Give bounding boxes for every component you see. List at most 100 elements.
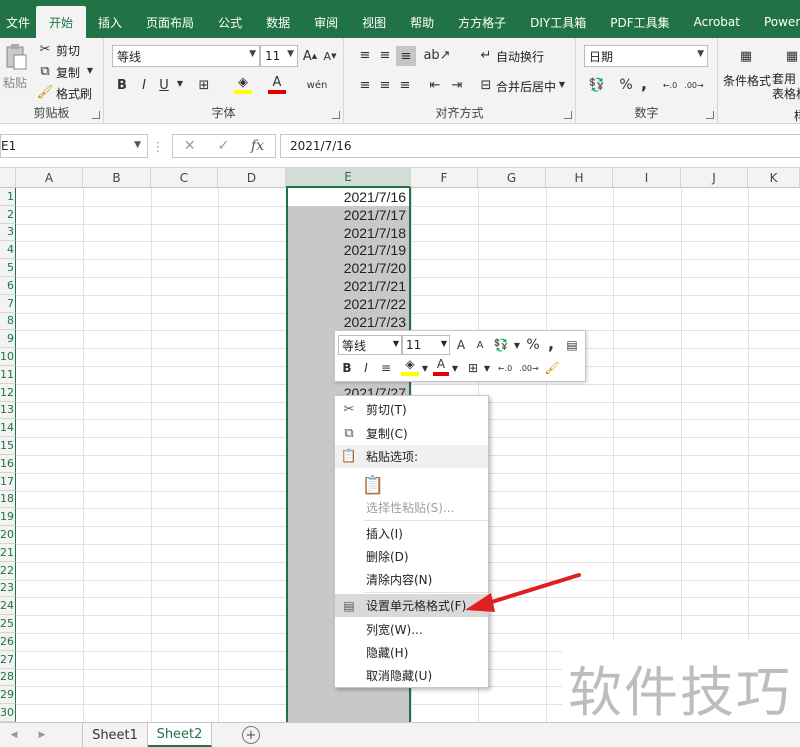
tab-view[interactable]: 视图 [350, 6, 398, 38]
mini-format-painter-icon[interactable]: 🖌 [543, 358, 561, 378]
tab-home[interactable]: 开始 [36, 6, 87, 38]
tab-fangfang[interactable]: 方方格子 [446, 6, 518, 38]
row-header[interactable]: 7 [0, 294, 16, 313]
cell-value[interactable]: 2021/7/21 [288, 277, 408, 295]
row-header[interactable]: 26 [0, 633, 16, 651]
align-left-icon[interactable]: ≡ [356, 76, 374, 94]
row-header[interactable]: 27 [0, 650, 16, 669]
row-header[interactable]: 5 [0, 259, 16, 277]
mini-currency-icon[interactable]: 💱 [491, 335, 511, 355]
tab-file[interactable]: 文件 [0, 6, 36, 38]
grow-font-icon[interactable]: A ▲ [302, 47, 318, 65]
align-center-icon[interactable]: ≡ [376, 76, 394, 94]
orientation-icon[interactable]: ab↗ [423, 46, 450, 64]
sheet-tab-2[interactable]: Sheet2 [148, 723, 212, 747]
row-header[interactable]: 29 [0, 686, 16, 705]
paste-icon[interactable] [4, 42, 28, 72]
tab-insert[interactable]: 插入 [86, 6, 134, 38]
menu-item-cut[interactable]: ✂ 剪切(T) [335, 398, 488, 421]
row-header[interactable]: 21 [0, 544, 16, 562]
mini-borders-icon[interactable]: ⊞ [465, 358, 481, 378]
tab-diy[interactable]: DIY工具箱 [518, 6, 598, 38]
row-header[interactable]: 24 [0, 597, 16, 616]
row-header[interactable]: 14 [0, 419, 16, 438]
cut-button[interactable]: 剪切 [56, 42, 80, 59]
table-format-icon[interactable]: ▦ [784, 42, 800, 70]
menu-item-copy[interactable]: ⧉ 复制(C) [335, 422, 488, 445]
mini-increase-decimal-icon[interactable]: ←.0 [495, 358, 515, 378]
row-header[interactable]: 6 [0, 277, 16, 295]
row-header[interactable]: 20 [0, 526, 16, 544]
row-header[interactable]: 13 [0, 401, 16, 420]
tab-review[interactable]: 审阅 [302, 6, 350, 38]
merge-dropdown-icon[interactable]: ▼ [558, 80, 566, 89]
increase-decimal-icon[interactable]: ←.0 [660, 76, 680, 94]
tab-pdf[interactable]: PDF工具集 [598, 6, 681, 38]
corner-select-all[interactable] [0, 168, 16, 188]
cell-value[interactable]: 2021/7/18 [288, 224, 408, 242]
cell-value[interactable]: 2021/7/23 [288, 313, 408, 331]
cell-value[interactable]: 2021/7/17 [288, 206, 408, 224]
mini-grow-font-button[interactable]: A [453, 335, 469, 355]
fx-icon[interactable]: fx [251, 138, 264, 154]
decrease-decimal-icon[interactable]: .00→ [684, 76, 704, 94]
number-format-select[interactable]: 日期 ▼ [584, 45, 708, 67]
menu-item-delete[interactable]: 删除(D) [335, 545, 488, 568]
row-header[interactable]: 25 [0, 615, 16, 633]
tab-formulas[interactable]: 公式 [206, 6, 254, 38]
cell-value[interactable]: 2021/7/22 [288, 295, 408, 313]
mini-dropdown-icon[interactable]: ▼ [513, 335, 521, 355]
tab-data[interactable]: 数据 [254, 6, 302, 38]
column-header-a[interactable]: A [16, 168, 83, 188]
mini-decrease-decimal-icon[interactable]: .00→ [519, 358, 539, 378]
align-middle-icon[interactable]: ≡ [376, 46, 394, 64]
align-top-icon[interactable]: ≡ [356, 46, 374, 64]
phonetic-icon[interactable]: wén [306, 74, 328, 96]
mini-comma-button[interactable]: , [545, 333, 557, 353]
font-color-icon[interactable]: A [268, 74, 286, 94]
merge-center-button[interactable]: 合并后居中 [496, 78, 556, 95]
row-header[interactable]: 1 [0, 188, 16, 206]
mini-font-color-button[interactable]: A [433, 356, 449, 376]
mini-shrink-font-button[interactable]: A [473, 335, 487, 355]
row-header[interactable]: 15 [0, 437, 16, 455]
format-painter-button[interactable]: 格式刷 [56, 85, 92, 102]
conditional-format-icon[interactable]: ▦ [734, 42, 758, 70]
menu-item-column-width[interactable]: 列宽(W)... [335, 618, 488, 641]
tab-power[interactable]: Power P [752, 6, 800, 38]
mini-italic-button[interactable]: I [360, 358, 372, 378]
row-header[interactable]: 9 [0, 330, 16, 349]
paste-label[interactable]: 粘贴 [3, 74, 27, 91]
column-header-j[interactable]: J [681, 168, 748, 188]
column-header-d[interactable]: D [218, 168, 286, 188]
mini-size-select[interactable]: 11 ▼ [402, 335, 450, 355]
row-header[interactable]: 8 [0, 312, 16, 331]
currency-icon[interactable]: 💱 [586, 76, 608, 94]
italic-button[interactable]: I [136, 76, 152, 94]
sheet-tab-1[interactable]: Sheet1 [82, 723, 148, 747]
row-header[interactable]: 28 [0, 668, 16, 687]
row-header[interactable]: 10 [0, 348, 16, 366]
column-header-c[interactable]: C [151, 168, 218, 188]
column-header-i[interactable]: I [613, 168, 681, 188]
scroll-left-icon[interactable]: ◀ [8, 727, 20, 743]
add-sheet-icon[interactable]: + [242, 726, 260, 744]
formula-input[interactable]: 2021/7/16 [280, 134, 800, 158]
column-header-f[interactable]: F [411, 168, 478, 188]
align-right-icon[interactable]: ≡ [396, 76, 414, 94]
row-header[interactable]: 18 [0, 490, 16, 509]
alignment-launcher-icon[interactable] [564, 111, 572, 119]
mini-borders-dropdown-icon[interactable]: ▼ [483, 358, 491, 378]
row-header[interactable]: 12 [0, 383, 16, 402]
row-header[interactable]: 4 [0, 241, 16, 260]
column-header-g[interactable]: G [478, 168, 546, 188]
cell-value[interactable]: 2021/7/16 [288, 188, 408, 206]
wrap-text-button[interactable]: 自动换行 [496, 48, 544, 65]
tab-page-layout[interactable]: 页面布局 [134, 6, 206, 38]
conditional-format-button[interactable]: 条件格式 [723, 72, 771, 89]
font-launcher-icon[interactable] [332, 111, 340, 119]
row-header[interactable]: 19 [0, 508, 16, 527]
copy-dropdown-icon[interactable]: ▼ [86, 66, 94, 75]
shrink-font-icon[interactable]: A ▼ [322, 47, 338, 65]
tab-help[interactable]: 帮助 [398, 6, 446, 38]
